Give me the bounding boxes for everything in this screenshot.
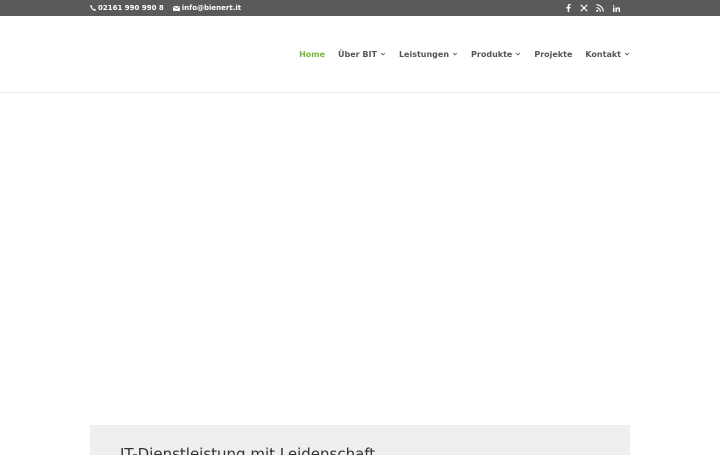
- section-heading: IT-Dienstleistung mit Leidenschaft: [120, 445, 376, 455]
- chevron-down-icon: [380, 52, 386, 56]
- nav-item-leistungen[interactable]: Leistungen: [399, 50, 458, 59]
- nav-item-home[interactable]: Home: [299, 50, 325, 59]
- facebook-icon[interactable]: [564, 4, 572, 12]
- chevron-down-icon: [624, 52, 630, 56]
- nav-label: Projekte: [534, 49, 573, 59]
- content-box: IT-Dienstleistung mit Leidenschaft: [90, 425, 630, 455]
- email-address: info@bienert.it: [181, 4, 242, 12]
- nav-item-produkte[interactable]: Produkte: [471, 50, 521, 59]
- nav-label: Über BIT: [338, 49, 377, 59]
- main-navigation: Home Über BIT Leistungen Produkte Projek…: [299, 16, 630, 92]
- chevron-down-icon: [516, 52, 521, 56]
- chevron-down-icon: [452, 52, 458, 56]
- contact-info: 02161 990 990 8 info@bienert.it: [90, 0, 241, 16]
- phone-link[interactable]: 02161 990 990 8: [90, 4, 164, 12]
- phone-number: 02161 990 990 8: [98, 4, 164, 12]
- rss-icon[interactable]: [596, 4, 604, 12]
- email-link[interactable]: info@bienert.it: [172, 4, 242, 12]
- nav-label: Produkte: [471, 49, 513, 59]
- linkedin-icon[interactable]: [612, 4, 620, 12]
- main-header: Home Über BIT Leistungen Produkte Projek…: [0, 16, 720, 93]
- top-bar: 02161 990 990 8 info@bienert.it: [0, 0, 720, 16]
- social-icons: [564, 0, 620, 16]
- x-icon[interactable]: [580, 4, 588, 12]
- nav-item-kontakt[interactable]: Kontakt: [585, 50, 630, 59]
- nav-label: Kontakt: [585, 49, 621, 59]
- nav-item-projekte[interactable]: Projekte: [534, 50, 572, 59]
- phone-icon: [90, 5, 96, 11]
- nav-label: Leistungen: [398, 49, 450, 59]
- envelope-icon: [172, 5, 180, 11]
- nav-item-ueber-bit[interactable]: Über BIT: [338, 50, 386, 59]
- nav-label: Home: [299, 49, 326, 59]
